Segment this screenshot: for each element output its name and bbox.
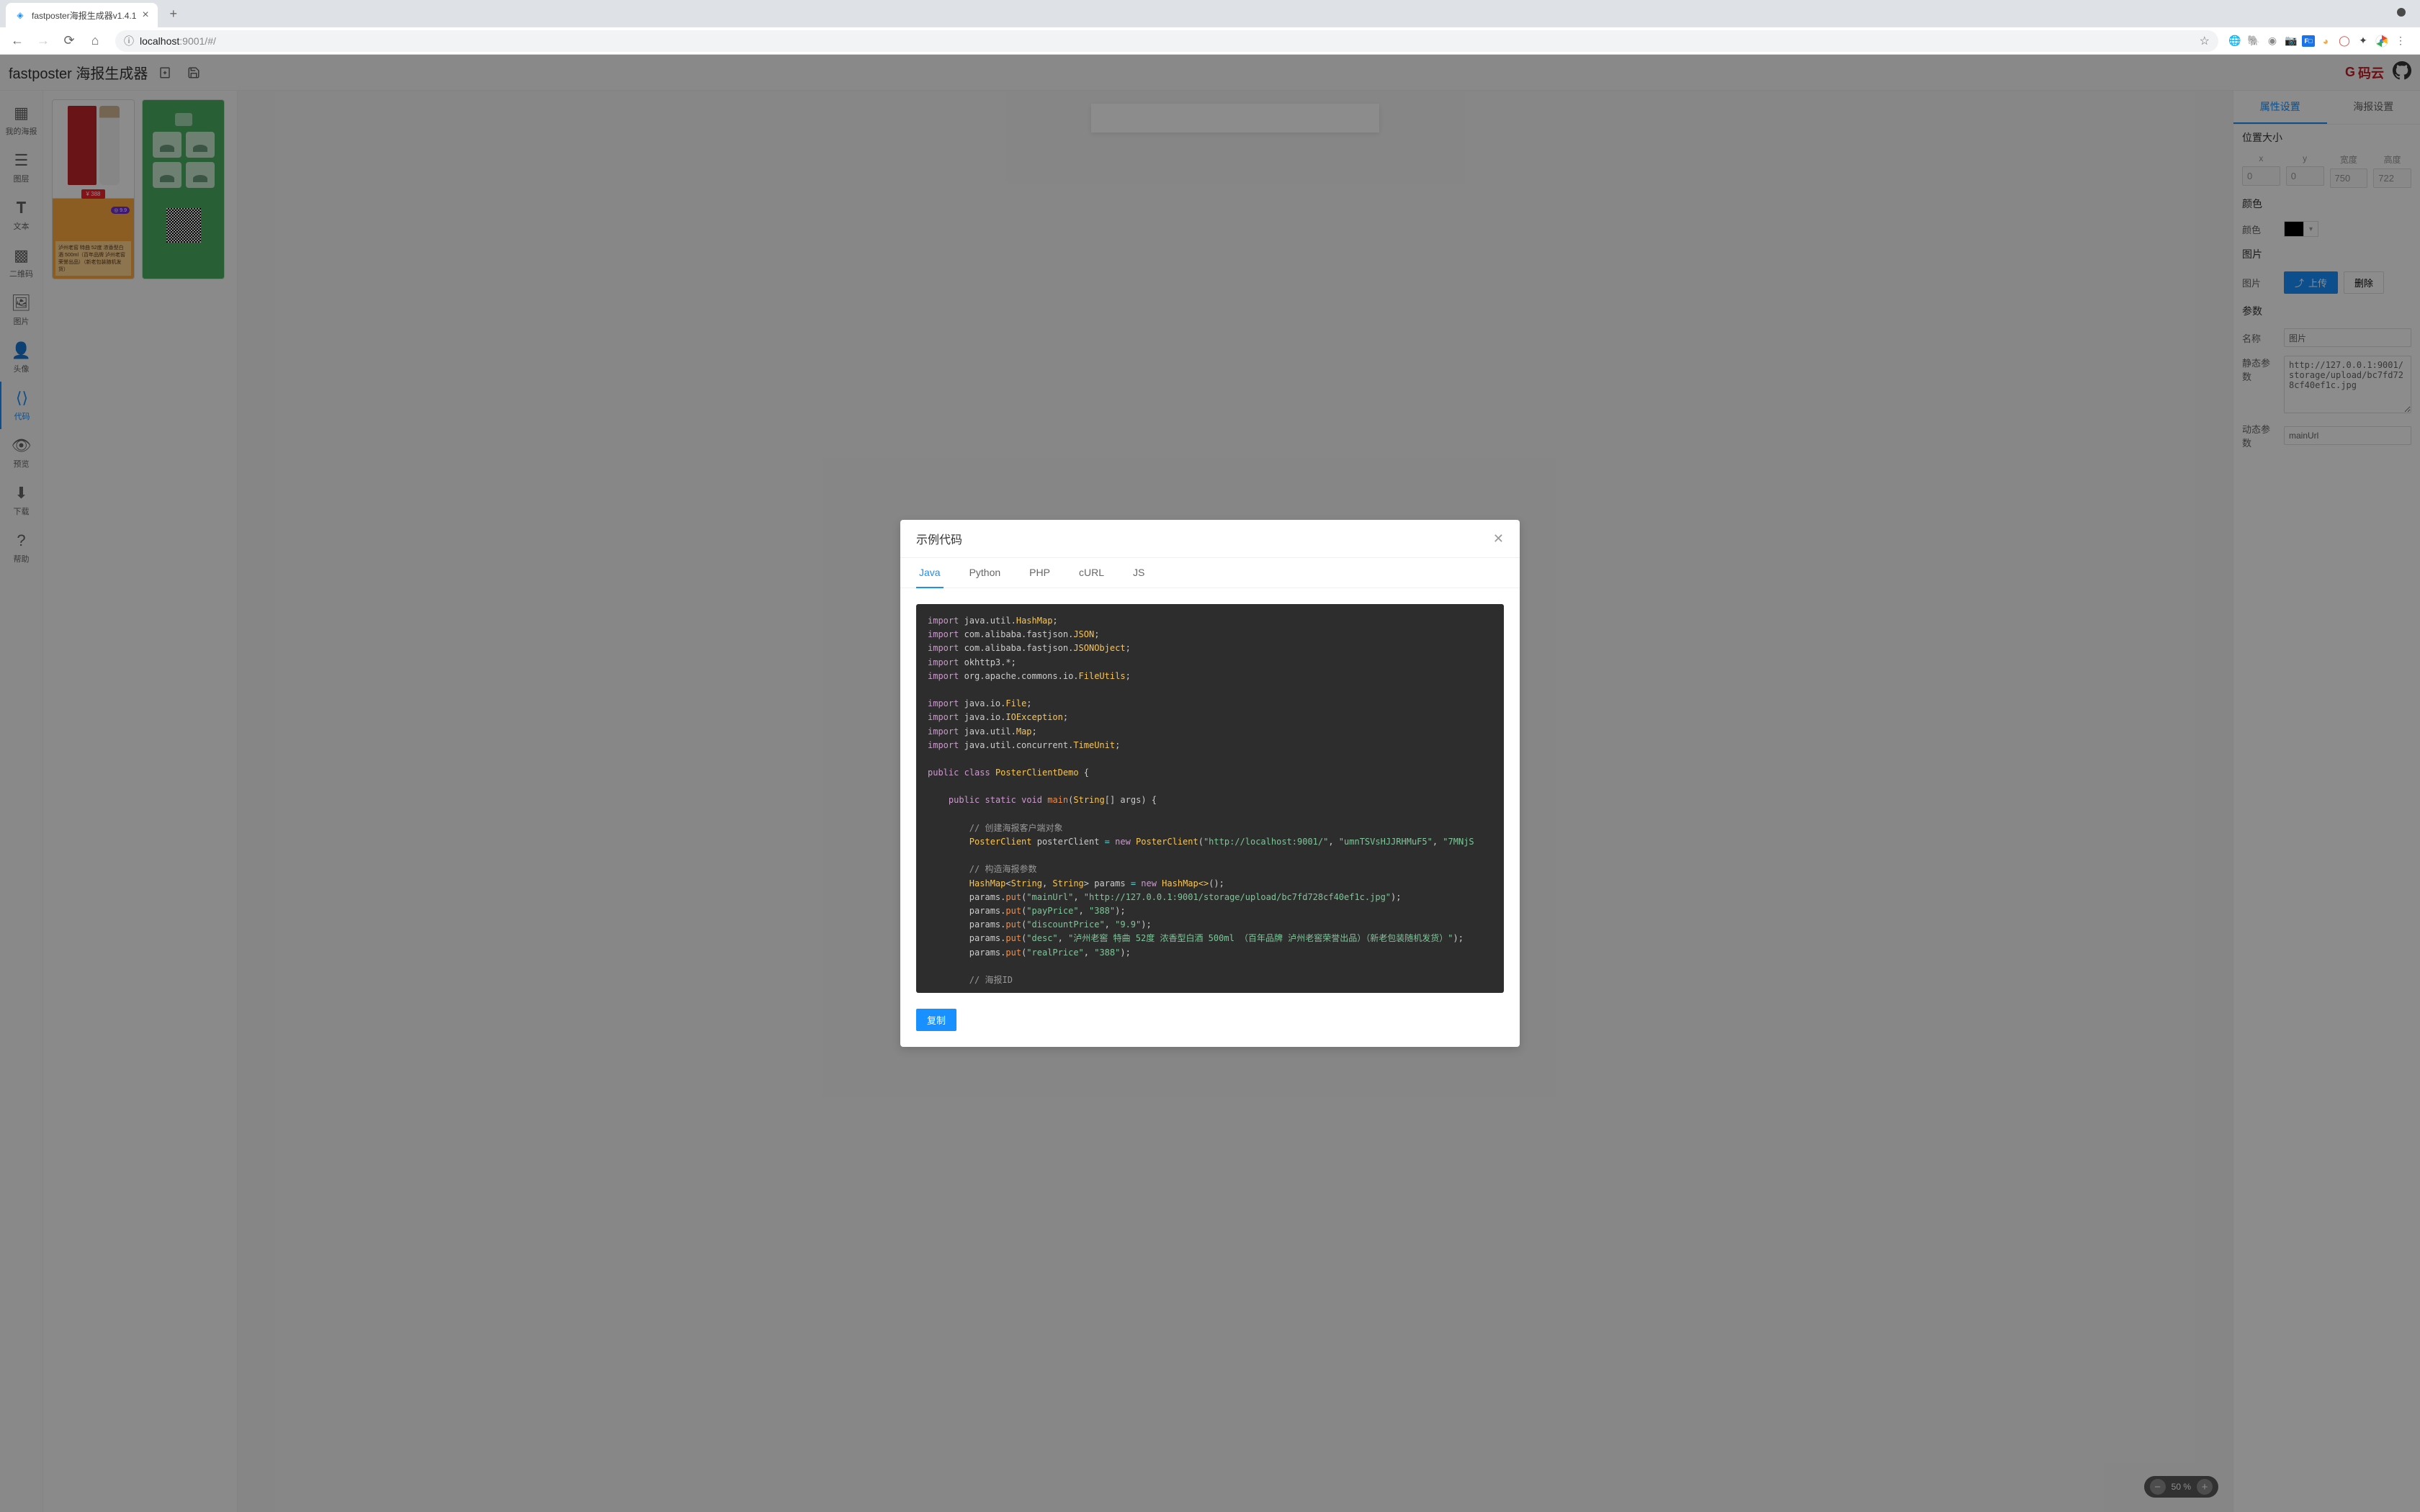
modal-overlay[interactable]: 示例代码 ✕ Java Python PHP cURL JS import ja… bbox=[0, 55, 2420, 1512]
new-tab-button[interactable]: + bbox=[163, 4, 184, 24]
url-bar[interactable]: ⓘ localhost:9001/#/ ☆ bbox=[115, 30, 2218, 52]
code-tab-curl[interactable]: cURL bbox=[1076, 558, 1107, 588]
tab-close-icon[interactable]: × bbox=[142, 9, 148, 22]
nav-reload-button[interactable]: ⟳ bbox=[58, 30, 81, 53]
ext-icon-7[interactable]: ◯ bbox=[2336, 33, 2352, 49]
nav-home-button[interactable]: ⌂ bbox=[84, 30, 107, 53]
nav-forward-button[interactable]: → bbox=[32, 30, 55, 53]
bookmark-star-icon[interactable]: ☆ bbox=[2200, 34, 2210, 48]
chrome-profile-icon[interactable] bbox=[2374, 33, 2390, 49]
browser-menu-icon[interactable]: ⋮ bbox=[2393, 33, 2408, 49]
extensions-area: 🌐 🐘 ◉ 📷 F□ ◕ ◯ ✦ ⋮ bbox=[2227, 33, 2414, 49]
code-tab-java[interactable]: Java bbox=[916, 558, 944, 588]
code-tab-js[interactable]: JS bbox=[1130, 558, 1147, 588]
browser-tab[interactable]: ◈ fastposter海报生成器v1.4.1 × bbox=[6, 3, 158, 27]
camera-ext-icon[interactable]: 📷 bbox=[2283, 33, 2299, 49]
ext-icon-6[interactable]: ◕ bbox=[2318, 33, 2334, 49]
translate-ext-icon[interactable]: 🌐 bbox=[2227, 33, 2243, 49]
ext-icon-3[interactable]: ◉ bbox=[2264, 33, 2280, 49]
modal-title: 示例代码 bbox=[916, 530, 962, 547]
copy-button[interactable]: 复制 bbox=[916, 1009, 956, 1031]
code-tab-php[interactable]: PHP bbox=[1026, 558, 1053, 588]
evernote-ext-icon[interactable]: 🐘 bbox=[2246, 33, 2262, 49]
ext-icon-5[interactable]: F□ bbox=[2302, 35, 2315, 47]
tab-title: fastposter海报生成器v1.4.1 bbox=[32, 9, 136, 22]
code-block[interactable]: import java.util.HashMap; import com.ali… bbox=[916, 604, 1504, 993]
modal-close-icon[interactable]: ✕ bbox=[1493, 531, 1504, 546]
extensions-menu-icon[interactable]: ✦ bbox=[2355, 33, 2371, 49]
code-modal: 示例代码 ✕ Java Python PHP cURL JS import ja… bbox=[900, 520, 1520, 1047]
code-tab-python[interactable]: Python bbox=[967, 558, 1004, 588]
tab-favicon-icon: ◈ bbox=[14, 9, 26, 21]
url-text: localhost:9001/#/ bbox=[140, 35, 216, 47]
site-info-icon[interactable]: ⓘ bbox=[124, 34, 134, 48]
nav-back-button[interactable]: ← bbox=[6, 30, 29, 53]
window-maximize-icon[interactable] bbox=[2397, 8, 2406, 17]
